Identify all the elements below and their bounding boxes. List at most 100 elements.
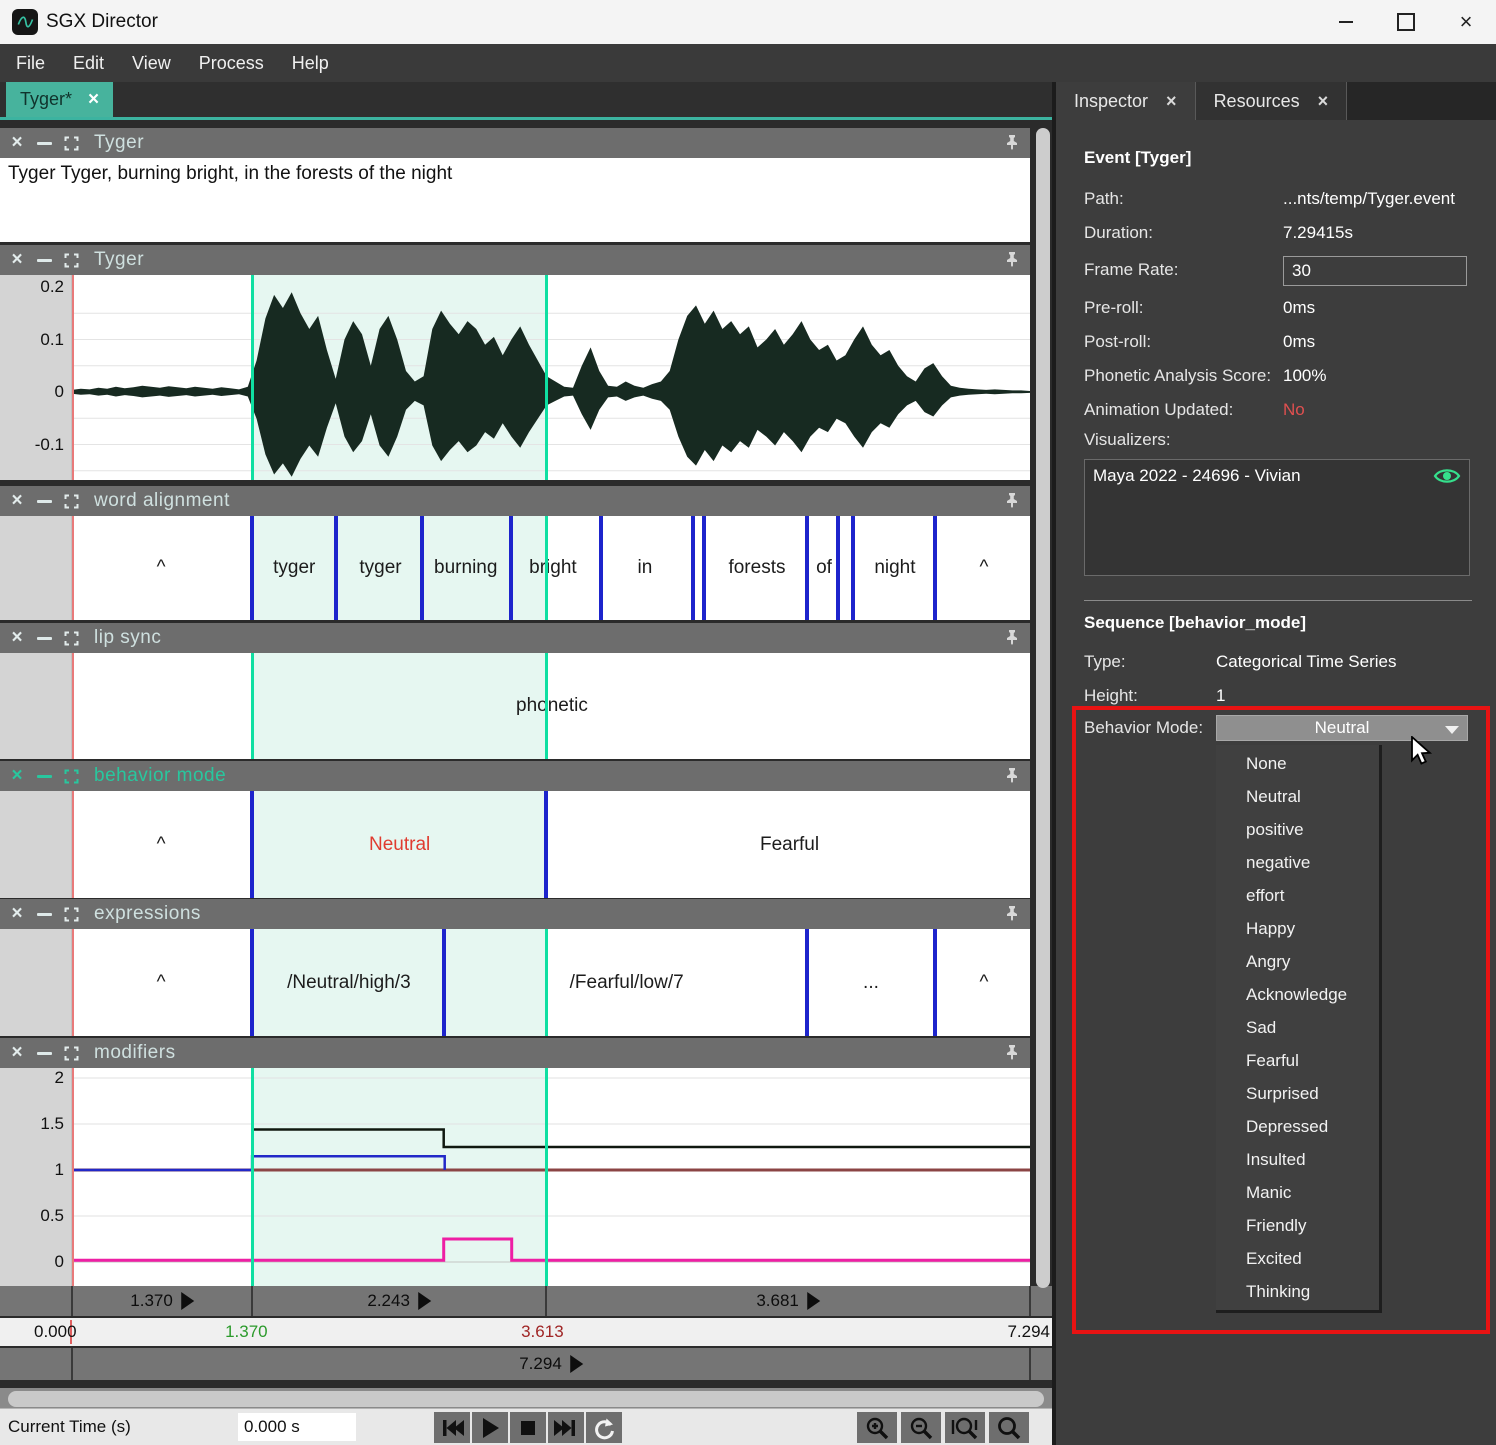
tab-tyger[interactable]: Tyger* × <box>6 82 113 117</box>
dropdown-option-depressed[interactable]: Depressed <box>1216 1110 1379 1143</box>
dropdown-option-friendly[interactable]: Friendly <box>1216 1209 1379 1242</box>
marker-label[interactable]: 2.243 <box>367 1291 431 1311</box>
track-close-icon[interactable]: × <box>9 1045 25 1061</box>
track-close-icon[interactable]: × <box>9 252 25 268</box>
dropdown-option-surprised[interactable]: Surprised <box>1216 1077 1379 1110</box>
horizontal-scrollbar[interactable] <box>0 1388 1052 1410</box>
marker-label[interactable]: 7.294 <box>519 1354 583 1374</box>
zoom-fit-button[interactable] <box>945 1412 985 1443</box>
dropdown-option-manic[interactable]: Manic <box>1216 1176 1379 1209</box>
dropdown-option-acknowledge[interactable]: Acknowledge <box>1216 978 1379 1011</box>
pin-icon[interactable] <box>1004 905 1020 926</box>
play-marker-icon[interactable] <box>807 1292 820 1310</box>
track-expand-icon[interactable] <box>63 493 79 509</box>
menu-view[interactable]: View <box>118 44 185 82</box>
dropdown-option-positive[interactable]: positive <box>1216 813 1379 846</box>
track-minimize-icon[interactable] <box>36 630 52 646</box>
stop-button[interactable] <box>510 1412 546 1443</box>
menu-edit[interactable]: Edit <box>59 44 118 82</box>
maximize-window-icon[interactable] <box>1376 0 1436 44</box>
time-ruler[interactable]: 0.0001.3703.6137.294 <box>0 1318 1052 1346</box>
track-minimize-icon[interactable] <box>36 768 52 784</box>
marker-label[interactable]: 1.370 <box>130 1291 194 1311</box>
zoom-out-button[interactable] <box>901 1412 941 1443</box>
dropdown-option-thinking[interactable]: Thinking <box>1216 1275 1379 1308</box>
close-window-icon[interactable]: × <box>1436 0 1496 44</box>
track-close-icon[interactable]: × <box>9 135 25 151</box>
play-marker-icon[interactable] <box>570 1355 583 1373</box>
dropdown-option-happy[interactable]: Happy <box>1216 912 1379 945</box>
segment-label: ... <box>863 972 879 994</box>
track-expand-icon[interactable] <box>63 768 79 784</box>
track-expand-icon[interactable] <box>63 906 79 922</box>
menu-file[interactable]: File <box>2 44 59 82</box>
tab-inspector[interactable]: Inspector × <box>1056 82 1196 120</box>
track-minimize-icon[interactable] <box>36 493 52 509</box>
word-alignment-plot[interactable]: ^tygertygerburningbrightinforestsofnight… <box>72 516 1030 620</box>
skip-start-button[interactable] <box>434 1412 470 1443</box>
pin-icon[interactable] <box>1004 134 1020 155</box>
row-label: Duration: <box>1084 223 1153 243</box>
track-minimize-icon[interactable] <box>36 252 52 268</box>
dropdown-option-sad[interactable]: Sad <box>1216 1011 1379 1044</box>
track-minimize-icon[interactable] <box>36 135 52 151</box>
track-close-icon[interactable]: × <box>9 630 25 646</box>
track-close-icon[interactable]: × <box>9 493 25 509</box>
track-header: × word alignment <box>0 486 1030 516</box>
titlebar: SGX Director × <box>0 0 1496 44</box>
track-minimize-icon[interactable] <box>36 1045 52 1061</box>
play-marker-icon[interactable] <box>181 1292 194 1310</box>
current-time-input[interactable] <box>238 1413 356 1441</box>
minimize-window-icon[interactable] <box>1316 0 1376 44</box>
frame-rate-input[interactable] <box>1283 256 1467 286</box>
loop-button[interactable] <box>586 1412 622 1443</box>
pin-icon[interactable] <box>1004 492 1020 513</box>
segment-marker-row[interactable]: 1.370 2.243 3.681 <box>0 1286 1052 1316</box>
dropdown-option-excited[interactable]: Excited <box>1216 1242 1379 1275</box>
pin-icon[interactable] <box>1004 767 1020 788</box>
tab-close-icon[interactable]: × <box>1166 91 1177 112</box>
tab-close-icon[interactable]: × <box>88 89 99 111</box>
waveform-plot[interactable] <box>72 275 1030 480</box>
menu-help[interactable]: Help <box>278 44 343 82</box>
track-expand-icon[interactable] <box>63 630 79 646</box>
lip-sync-plot[interactable]: phonetic <box>72 653 1030 759</box>
pin-icon[interactable] <box>1004 1044 1020 1065</box>
tab-resources[interactable]: Resources × <box>1196 82 1348 120</box>
visualizers-list[interactable]: Maya 2022 - 24696 - Vivian <box>1084 459 1470 576</box>
modifiers-plot[interactable] <box>72 1068 1030 1288</box>
behavior-mode-dropdown[interactable]: Neutral <box>1216 715 1468 741</box>
track-close-icon[interactable]: × <box>9 906 25 922</box>
scrollbar-thumb[interactable] <box>8 1391 1044 1407</box>
visualizer-item[interactable]: Maya 2022 - 24696 - Vivian <box>1093 466 1301 486</box>
behavior-mode-plot[interactable]: ^NeutralFearful <box>72 791 1030 898</box>
track-close-icon[interactable]: × <box>9 768 25 784</box>
dropdown-option-insulted[interactable]: Insulted <box>1216 1143 1379 1176</box>
zoom-selection-button[interactable] <box>989 1412 1029 1443</box>
dropdown-option-effort[interactable]: effort <box>1216 879 1379 912</box>
pin-icon[interactable] <box>1004 251 1020 272</box>
track-expand-icon[interactable] <box>63 252 79 268</box>
track-minimize-icon[interactable] <box>36 906 52 922</box>
play-button[interactable] <box>472 1412 508 1443</box>
vertical-scrollbar[interactable] <box>1036 128 1050 1288</box>
pin-icon[interactable] <box>1004 629 1020 650</box>
dropdown-option-negative[interactable]: negative <box>1216 846 1379 879</box>
track-expand-icon[interactable] <box>63 135 79 151</box>
marker-label[interactable]: 3.681 <box>756 1291 820 1311</box>
transcript-text[interactable]: Tyger Tyger, burning bright, in the fore… <box>0 158 1030 242</box>
play-marker-icon[interactable] <box>418 1292 431 1310</box>
dropdown-option-angry[interactable]: Angry <box>1216 945 1379 978</box>
segment-label: tyger <box>359 557 401 579</box>
dropdown-option-fearful[interactable]: Fearful <box>1216 1044 1379 1077</box>
zoom-in-button[interactable] <box>857 1412 897 1443</box>
expressions-plot[interactable]: ^/Neutral/high/3/Fearful/low/7...^ <box>72 929 1030 1036</box>
track-expand-icon[interactable] <box>63 1045 79 1061</box>
visibility-eye-icon[interactable] <box>1433 466 1461 486</box>
full-range-marker-row[interactable]: 7.294 <box>0 1348 1052 1380</box>
tab-close-icon[interactable]: × <box>1318 91 1329 112</box>
skip-end-button[interactable] <box>548 1412 584 1443</box>
dropdown-option-none[interactable]: None <box>1216 747 1379 780</box>
dropdown-option-neutral[interactable]: Neutral <box>1216 780 1379 813</box>
menu-process[interactable]: Process <box>185 44 278 82</box>
